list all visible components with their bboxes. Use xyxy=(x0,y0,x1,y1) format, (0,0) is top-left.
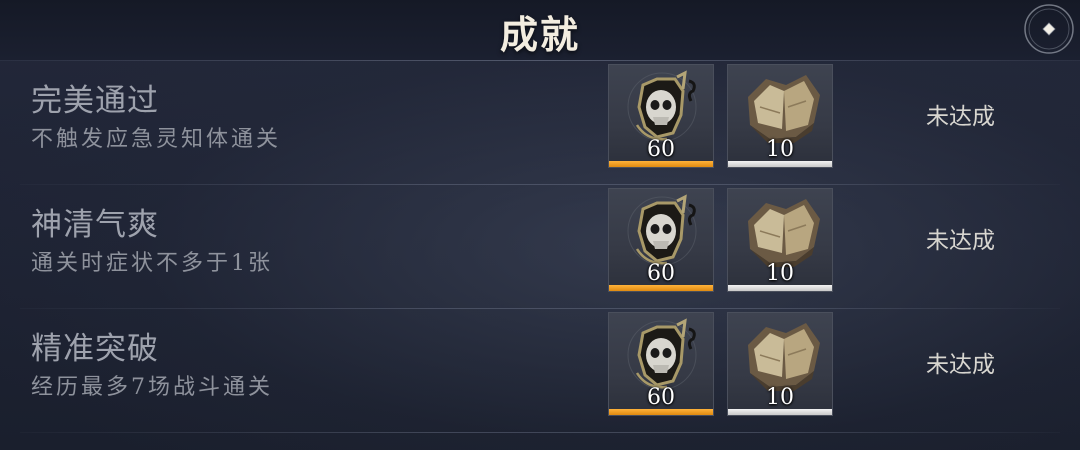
header-bar: 成就 xyxy=(0,0,1080,60)
reward-count: 60 xyxy=(647,385,675,410)
reward-count: 60 xyxy=(647,261,675,286)
achievement-status: 未达成 xyxy=(926,104,995,130)
compass-close-icon xyxy=(1024,4,1074,54)
achievement-description: 通关时症状不多于1张 xyxy=(31,251,273,276)
achievement-status: 未达成 xyxy=(926,228,995,254)
reward-count: 60 xyxy=(647,137,675,162)
row-divider xyxy=(20,432,1060,433)
achievement-row: 神清气爽 通关时症状不多于1张 60 10 未达成 xyxy=(0,185,1080,309)
achievement-description: 不触发应急灵知体通关 xyxy=(31,127,282,152)
rarity-bar xyxy=(609,161,713,167)
achievement-row: 精准突破 经历最多7场战斗通关 60 10 未达成 xyxy=(0,309,1080,433)
reward-item-skull-relic[interactable]: 60 xyxy=(608,312,714,416)
close-button[interactable] xyxy=(1022,2,1076,56)
reward-item-torn-book[interactable]: 10 xyxy=(727,188,833,292)
achievement-row: 完美通过 不触发应急灵知体通关 60 10 未达成 xyxy=(0,61,1080,185)
reward-count: 10 xyxy=(766,261,794,286)
rarity-bar xyxy=(609,285,713,291)
achievement-name: 精准突破 xyxy=(31,331,159,367)
rarity-bar xyxy=(728,409,832,415)
reward-item-skull-relic[interactable]: 60 xyxy=(608,188,714,292)
page-title: 成就 xyxy=(499,12,580,57)
rarity-bar xyxy=(609,409,713,415)
reward-count: 10 xyxy=(766,385,794,410)
achievement-status: 未达成 xyxy=(926,352,995,378)
achievement-description: 经历最多7场战斗通关 xyxy=(31,375,273,400)
achievement-name: 神清气爽 xyxy=(31,207,159,243)
reward-item-torn-book[interactable]: 10 xyxy=(727,64,833,168)
rarity-bar xyxy=(728,285,832,291)
reward-item-torn-book[interactable]: 10 xyxy=(727,312,833,416)
reward-item-skull-relic[interactable]: 60 xyxy=(608,64,714,168)
reward-count: 10 xyxy=(766,137,794,162)
achievement-name: 完美通过 xyxy=(31,83,159,119)
rarity-bar xyxy=(728,161,832,167)
achievement-panel: 成就 完美通过 不触发应急灵知体通关 60 10 未达成 神清气爽 通关时症状不… xyxy=(0,0,1080,450)
